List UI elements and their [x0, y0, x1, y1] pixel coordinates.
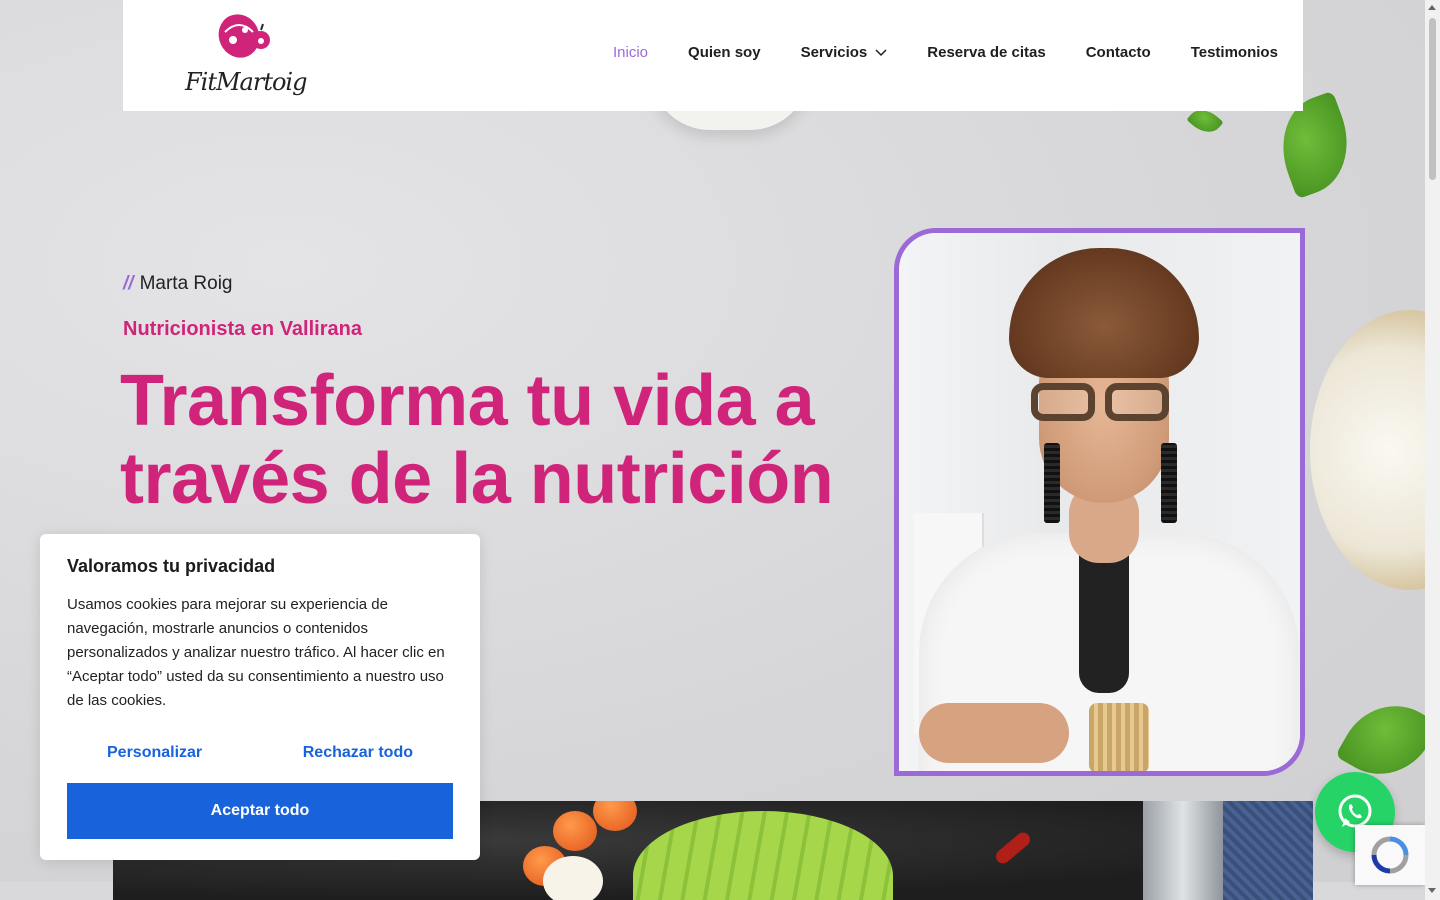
- customize-button[interactable]: Personalizar: [107, 744, 202, 762]
- page-scrollbar[interactable]: [1425, 0, 1440, 900]
- scroll-up-arrow-icon[interactable]: [1428, 5, 1436, 10]
- photo-lens: [1031, 383, 1095, 421]
- site-header: FitMartoig Inicio Quien soy Servicios Re…: [123, 0, 1303, 111]
- nav-item-servicios[interactable]: Servicios: [801, 44, 888, 61]
- nav-item-quien-soy[interactable]: Quien soy: [688, 44, 761, 61]
- photo-glasses: [1031, 383, 1181, 423]
- bowl-decoration: [1310, 310, 1425, 590]
- logo-wordmark: FitMartoig: [185, 68, 307, 96]
- eyebrow-name: Marta Roig: [139, 273, 233, 294]
- nav-item-testimonios[interactable]: Testimonios: [1191, 44, 1278, 61]
- cookie-body: Usamos cookies para mejorar su experienc…: [67, 596, 445, 709]
- recaptcha-icon: [1371, 836, 1409, 874]
- photo-shirt: [1079, 553, 1129, 693]
- nav-item-contacto[interactable]: Contacto: [1086, 44, 1151, 61]
- reject-all-button[interactable]: Rechazar todo: [303, 744, 413, 762]
- logo-mark-icon: [218, 14, 270, 58]
- chili-decoration: [993, 829, 1033, 867]
- avocado-decoration: [633, 811, 893, 900]
- nav-item-inicio[interactable]: Inicio: [613, 44, 648, 61]
- main-navigation: Inicio Quien soy Servicios Reserva de ci…: [613, 44, 1278, 61]
- tomato-decoration: [553, 811, 597, 851]
- site-logo[interactable]: FitMartoig: [183, 10, 307, 108]
- nav-item-reserva-de-citas[interactable]: Reserva de citas: [927, 44, 1045, 61]
- recaptcha-badge[interactable]: [1355, 825, 1425, 885]
- photo-earring: [1161, 443, 1177, 523]
- photo-hand: [919, 703, 1069, 763]
- cookie-secondary-actions: Personalizar Rechazar todo: [67, 744, 453, 762]
- hero-headline: Transforma tu vida a través de la nutric…: [120, 362, 834, 519]
- jar-decoration: [1143, 801, 1223, 900]
- photo-lens: [1105, 383, 1169, 421]
- hero-subtitle: Nutricionista en Vallirana: [123, 318, 362, 340]
- scrollbar-thumb[interactable]: [1429, 18, 1436, 180]
- eyebrow-slashes: //: [123, 273, 134, 294]
- cookie-consent-panel: Valoramos tu privacidad Usamos cookies p…: [40, 534, 480, 860]
- accept-all-button[interactable]: Aceptar todo: [67, 783, 453, 839]
- cloth-decoration: [1223, 801, 1313, 900]
- cookie-title: Valoramos tu privacidad: [67, 556, 276, 576]
- portrait-photo: [894, 228, 1305, 776]
- photo-bracelet: [1089, 703, 1149, 771]
- chevron-down-icon: [875, 48, 887, 56]
- egg-decoration: [543, 856, 603, 900]
- hero-eyebrow: //Marta Roig: [123, 273, 232, 295]
- scroll-down-arrow-icon[interactable]: [1428, 888, 1436, 893]
- nav-item-servicios-label: Servicios: [800, 44, 868, 61]
- tomato-decoration: [593, 801, 637, 831]
- photo-earring: [1044, 443, 1060, 523]
